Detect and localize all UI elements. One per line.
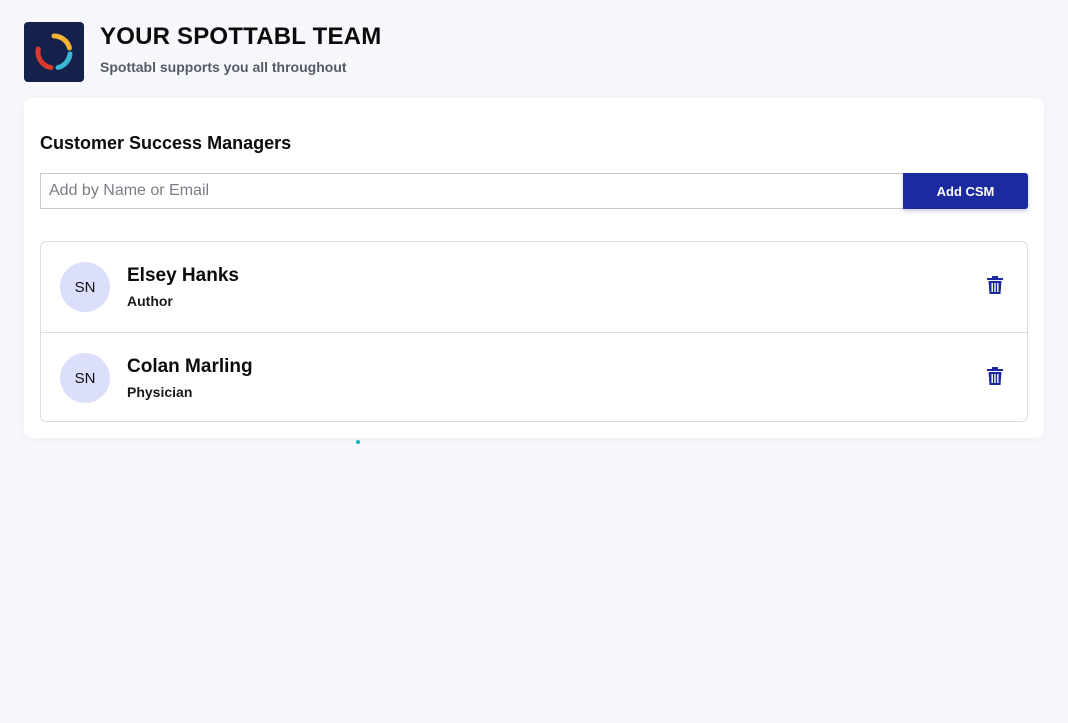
header-text: YOUR SPOTTABL TEAM Spottabl supports you… (100, 22, 381, 75)
add-csm-row: Add CSM (40, 173, 1028, 209)
page-subtitle: Spottabl supports you all throughout (100, 59, 347, 75)
spottabl-logo-icon (24, 22, 84, 82)
member-role: Author (127, 293, 173, 309)
member-name: Colan Marling (127, 356, 253, 377)
page-title: YOUR SPOTTABL TEAM (100, 23, 382, 50)
avatar: SN (60, 353, 110, 403)
csm-card: Customer Success Managers Add CSM SN Els… (24, 98, 1044, 438)
add-csm-input[interactable] (40, 173, 903, 209)
section-title: Customer Success Managers (40, 133, 292, 153)
avatar: SN (60, 262, 110, 312)
loading-dot (356, 440, 360, 444)
list-item: SN Colan Marling Physician (41, 332, 1027, 421)
add-csm-button[interactable]: Add CSM (903, 173, 1028, 209)
page-header: YOUR SPOTTABL TEAM Spottabl supports you… (24, 22, 381, 82)
trash-icon[interactable] (987, 276, 1003, 294)
list-item: SN Elsey Hanks Author (41, 242, 1027, 332)
trash-icon[interactable] (987, 367, 1003, 385)
csm-list: SN Elsey Hanks Author SN Colan Marling P… (40, 241, 1028, 422)
member-name: Elsey Hanks (127, 265, 239, 286)
member-role: Physician (127, 384, 193, 400)
